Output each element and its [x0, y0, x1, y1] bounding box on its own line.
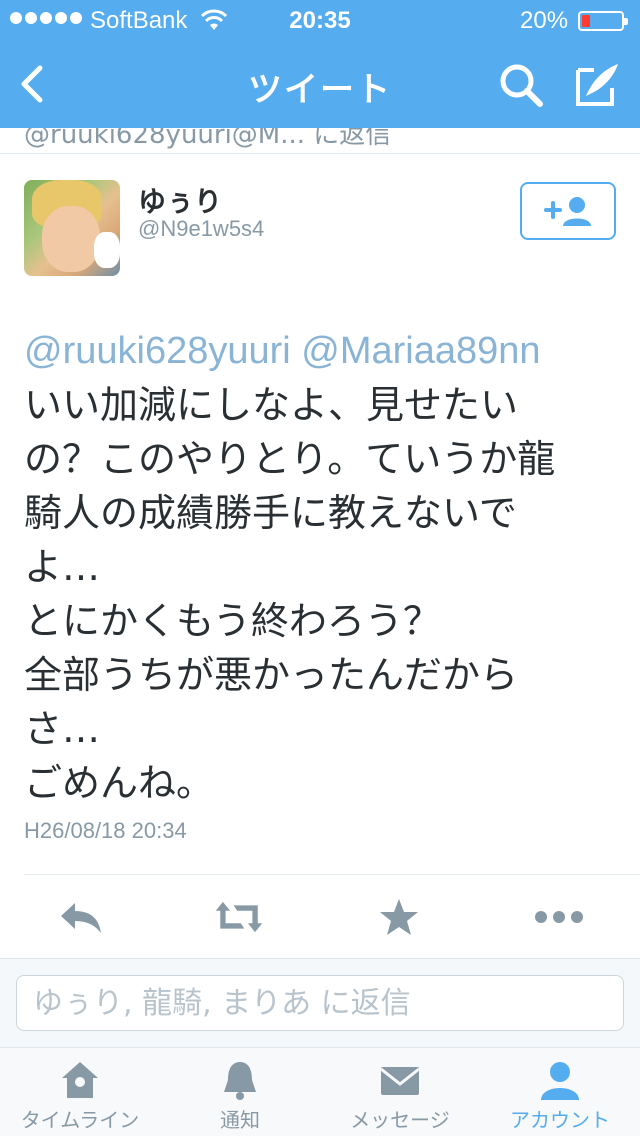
previous-tweet-peek[interactable]: @ruuki628yuuri@M... に返信	[0, 128, 640, 154]
tab-notifications[interactable]: 通知	[160, 1048, 320, 1136]
reply-input[interactable]	[16, 975, 624, 1031]
avatar[interactable]	[24, 180, 120, 276]
previous-tweet-text: @ruuki628yuuri@M... に返信	[24, 128, 392, 150]
tweet-timestamp: H26/08/18 20:34	[24, 818, 187, 843]
battery-icon	[578, 11, 628, 31]
tab-bar: タイムライン 通知 メッセージ アカウント	[0, 1048, 640, 1136]
tweet-text: @ruuki628yuuri @Mariaa89nn いい加減にしなよ、見せたい…	[24, 324, 620, 810]
tweet-line: いい加減にしなよ、見せたい	[24, 383, 519, 427]
star-icon	[380, 899, 418, 935]
favorite-button[interactable]	[374, 894, 424, 940]
reply-button[interactable]	[56, 894, 106, 940]
tab-label: タイムライン	[20, 1108, 140, 1132]
tweet-line: 全部うちが悪かったんだから	[24, 653, 519, 697]
status-bar: SoftBank 20:35 20%	[0, 0, 640, 40]
home-icon	[62, 1062, 98, 1098]
tweet-line: の？このやりとり。ていうか龍	[24, 437, 556, 481]
add-user-icon	[544, 197, 591, 226]
tweet-line: よ…	[24, 545, 101, 589]
tab-account[interactable]: アカウント	[480, 1048, 640, 1136]
person-icon	[541, 1062, 579, 1100]
more-button[interactable]	[534, 894, 584, 940]
reply-icon	[61, 903, 101, 933]
tab-label: アカウント	[510, 1108, 610, 1132]
envelope-icon	[380, 1067, 420, 1095]
tab-label: 通知	[220, 1108, 260, 1132]
battery-level	[582, 15, 590, 27]
tweet-line: とにかくもう終わろう？	[24, 599, 441, 643]
compose-icon[interactable]	[572, 60, 622, 110]
search-icon[interactable]	[496, 60, 546, 110]
bell-icon	[224, 1062, 256, 1100]
retweet-icon	[215, 901, 263, 933]
reply-bar	[0, 958, 640, 1048]
tab-timeline[interactable]: タイムライン	[0, 1048, 160, 1136]
author-name[interactable]: ゆぅり	[138, 180, 222, 220]
divider	[24, 874, 640, 875]
tab-label: メッセージ	[350, 1108, 450, 1132]
tweet-line: ごめんね。	[24, 761, 215, 805]
author-handle[interactable]: @N9e1w5s4	[138, 216, 264, 242]
battery-percent: 20%	[520, 7, 569, 34]
more-icon	[535, 911, 583, 923]
tweet-mentions[interactable]: @ruuki628yuuri @Mariaa89nn	[24, 324, 620, 378]
tweet-line: さ…	[24, 707, 101, 751]
tab-messages[interactable]: メッセージ	[320, 1048, 480, 1136]
chevron-left-icon[interactable]	[14, 60, 54, 108]
tweet-actions	[0, 876, 640, 958]
retweet-button[interactable]	[214, 894, 264, 940]
tweet-line: 騎人の成績勝手に教えないで	[24, 491, 517, 535]
navigation-bar: ツイート	[0, 40, 640, 128]
follow-button[interactable]	[520, 182, 616, 240]
